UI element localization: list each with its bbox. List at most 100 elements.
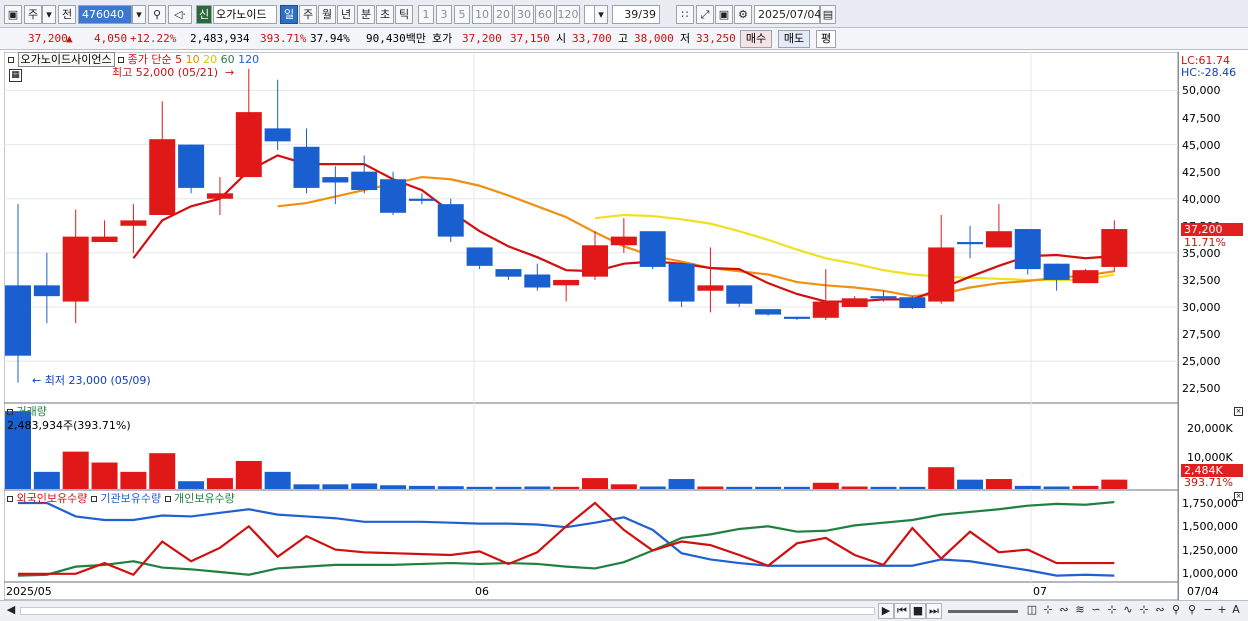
save-icon[interactable]: ▣ bbox=[715, 5, 733, 24]
tool-icon-3[interactable]: ≋ bbox=[1072, 603, 1088, 619]
minute-option-1[interactable]: 1 bbox=[418, 5, 434, 24]
fit-icon[interactable]: ◫ bbox=[1024, 603, 1040, 619]
candle-body bbox=[322, 177, 349, 183]
period-month-tab[interactable]: 월 bbox=[318, 5, 336, 24]
volume-bar bbox=[524, 486, 551, 489]
price-tick-label: 42,500 bbox=[1182, 165, 1221, 179]
evaluate-button[interactable]: 평 bbox=[816, 30, 836, 48]
price-change: 4,050 bbox=[94, 32, 128, 45]
volume-bar bbox=[582, 478, 608, 489]
stop-icon[interactable]: ■ bbox=[910, 603, 926, 619]
volume-title-text: 거래량 bbox=[16, 405, 47, 418]
volume-bar bbox=[351, 483, 378, 489]
minute-option-20[interactable]: 20 bbox=[493, 5, 513, 24]
rewind-icon[interactable]: ⏮ bbox=[894, 603, 910, 619]
scroll-right-icon[interactable]: ▶ bbox=[878, 603, 894, 619]
tool-icon-8[interactable]: ∾ bbox=[1152, 603, 1168, 619]
volume-bar bbox=[610, 484, 637, 489]
mode-prev-button[interactable]: 전 bbox=[58, 5, 76, 24]
tool-icon-2[interactable]: ∾ bbox=[1056, 603, 1072, 619]
price-tag-text: 37,200 bbox=[1184, 223, 1223, 236]
minute-option-60[interactable]: 60 bbox=[535, 5, 555, 24]
minute-option-3[interactable]: 3 bbox=[436, 5, 452, 24]
volume-bar bbox=[1101, 479, 1128, 489]
date-field[interactable]: 2025/07/04 bbox=[754, 5, 821, 24]
tool-icon-6[interactable]: ∿ bbox=[1120, 603, 1136, 619]
window-icon[interactable]: ▣ bbox=[4, 5, 22, 24]
high-price: 38,000 bbox=[634, 32, 674, 45]
stock-code-input[interactable]: 476040 bbox=[78, 5, 132, 24]
mode-main-button[interactable]: 주 bbox=[24, 5, 42, 24]
chart-area[interactable]: 오가노이드사이언스 종가 단순 5 10 20 60 120 ▦ 최고 52,0… bbox=[3, 51, 1179, 601]
period-minute-tab[interactable]: 분 bbox=[357, 5, 375, 24]
tool-icon-1[interactable]: ⊹ bbox=[1040, 603, 1056, 619]
candle-body bbox=[1072, 270, 1099, 284]
speaker-icon[interactable]: ◁⋅ bbox=[168, 5, 192, 24]
calendar-icon[interactable]: ▦ bbox=[9, 69, 22, 82]
price-chart-svg[interactable] bbox=[3, 51, 1179, 601]
legend-box-icon bbox=[8, 57, 14, 63]
volume-bar bbox=[870, 486, 897, 489]
text-tool-icon[interactable]: A bbox=[1228, 603, 1244, 619]
count-field[interactable]: 39/39 bbox=[612, 5, 660, 24]
fast-forward-icon[interactable]: ⏭ bbox=[926, 603, 942, 619]
search-icon[interactable]: ⚲ bbox=[148, 5, 166, 24]
search-icon-2[interactable]: ⚲ bbox=[1168, 603, 1184, 619]
minute-option-5[interactable]: 5 bbox=[454, 5, 470, 24]
stock-name-field[interactable]: 오가노이드 bbox=[213, 5, 277, 24]
tool-icon-4[interactable]: ∽ bbox=[1088, 603, 1104, 619]
period-second-tab[interactable]: 초 bbox=[376, 5, 394, 24]
candle-body bbox=[1101, 229, 1128, 267]
candle-body bbox=[639, 231, 666, 267]
volume-bar bbox=[293, 484, 320, 489]
volume-bar bbox=[91, 462, 118, 489]
toolbar: ▣ 주 ▾ 전 476040 ▾ ⚲ ◁⋅ 신 오가노이드 일 주 월 년 분 … bbox=[0, 0, 1248, 28]
period-year-tab[interactable]: 년 bbox=[337, 5, 355, 24]
foreign-series-label: 외국인보유수량 bbox=[16, 492, 88, 505]
price-change-pct: +12.22% bbox=[130, 32, 177, 45]
zoom-out-icon[interactable]: ⚲ bbox=[1184, 603, 1200, 619]
scroll-left-icon[interactable]: ◀ bbox=[3, 603, 19, 619]
price-tick-label: 47,500 bbox=[1182, 111, 1221, 125]
volume-bar bbox=[783, 486, 810, 489]
candle-body bbox=[957, 242, 984, 245]
minute-option-120[interactable]: 120 bbox=[556, 5, 580, 24]
volume-pct: 393.71% bbox=[260, 32, 307, 45]
ask-price: 37,200 bbox=[462, 32, 502, 45]
volume-tick-20000k: 20,000K bbox=[1187, 422, 1233, 435]
minute-option-30[interactable]: 30 bbox=[514, 5, 534, 24]
tool-icon-5[interactable]: ⊹ bbox=[1104, 603, 1120, 619]
current-price: 37,200 bbox=[28, 32, 68, 45]
horizontal-scrollbar[interactable] bbox=[20, 607, 875, 615]
panel-close-icon[interactable]: × bbox=[1234, 407, 1243, 416]
volume-bar bbox=[755, 486, 782, 489]
holding-tick-1500000: 1,500,000 bbox=[1182, 520, 1238, 533]
candle-body bbox=[812, 301, 839, 318]
code-dropdown-icon[interactable]: ▾ bbox=[132, 5, 146, 24]
chevron-down-icon[interactable]: ▾ bbox=[42, 5, 56, 24]
period-tick-tab[interactable]: 틱 bbox=[395, 5, 413, 24]
holding-tick-1750000: 1,750,000 bbox=[1182, 497, 1238, 510]
candle-body bbox=[582, 245, 608, 277]
custom-period-dropdown-icon[interactable]: ▾ bbox=[594, 5, 608, 24]
settings-icon[interactable]: ∷ bbox=[676, 5, 694, 24]
buy-order-button[interactable]: 매수 bbox=[740, 30, 772, 48]
tool-icon-7[interactable]: ⊹ bbox=[1136, 603, 1152, 619]
candle-body bbox=[1043, 263, 1070, 280]
period-day-tab[interactable]: 일 bbox=[280, 5, 298, 24]
period-week-tab[interactable]: 주 bbox=[299, 5, 317, 24]
ma-label: 종가 단순 bbox=[127, 53, 172, 66]
price-tick-label: 25,000 bbox=[1182, 355, 1221, 369]
minute-option-10[interactable]: 10 bbox=[472, 5, 492, 24]
gear-icon[interactable]: ⚙ bbox=[734, 5, 752, 24]
date-picker-icon[interactable]: ▤ bbox=[820, 5, 836, 24]
x-end-label: 07/04 bbox=[1187, 585, 1219, 598]
volume-bar bbox=[495, 486, 522, 489]
zoom-slider[interactable] bbox=[948, 610, 1018, 613]
sell-order-button[interactable]: 매도 bbox=[778, 30, 810, 48]
crosshair-icon[interactable]: ⤢ bbox=[696, 5, 714, 24]
holding-tick-1000000: 1,000,000 bbox=[1182, 567, 1238, 580]
institution-box-icon bbox=[90, 496, 97, 502]
candle-body bbox=[178, 144, 205, 188]
panel-close-icon-2[interactable]: × bbox=[1234, 492, 1243, 501]
